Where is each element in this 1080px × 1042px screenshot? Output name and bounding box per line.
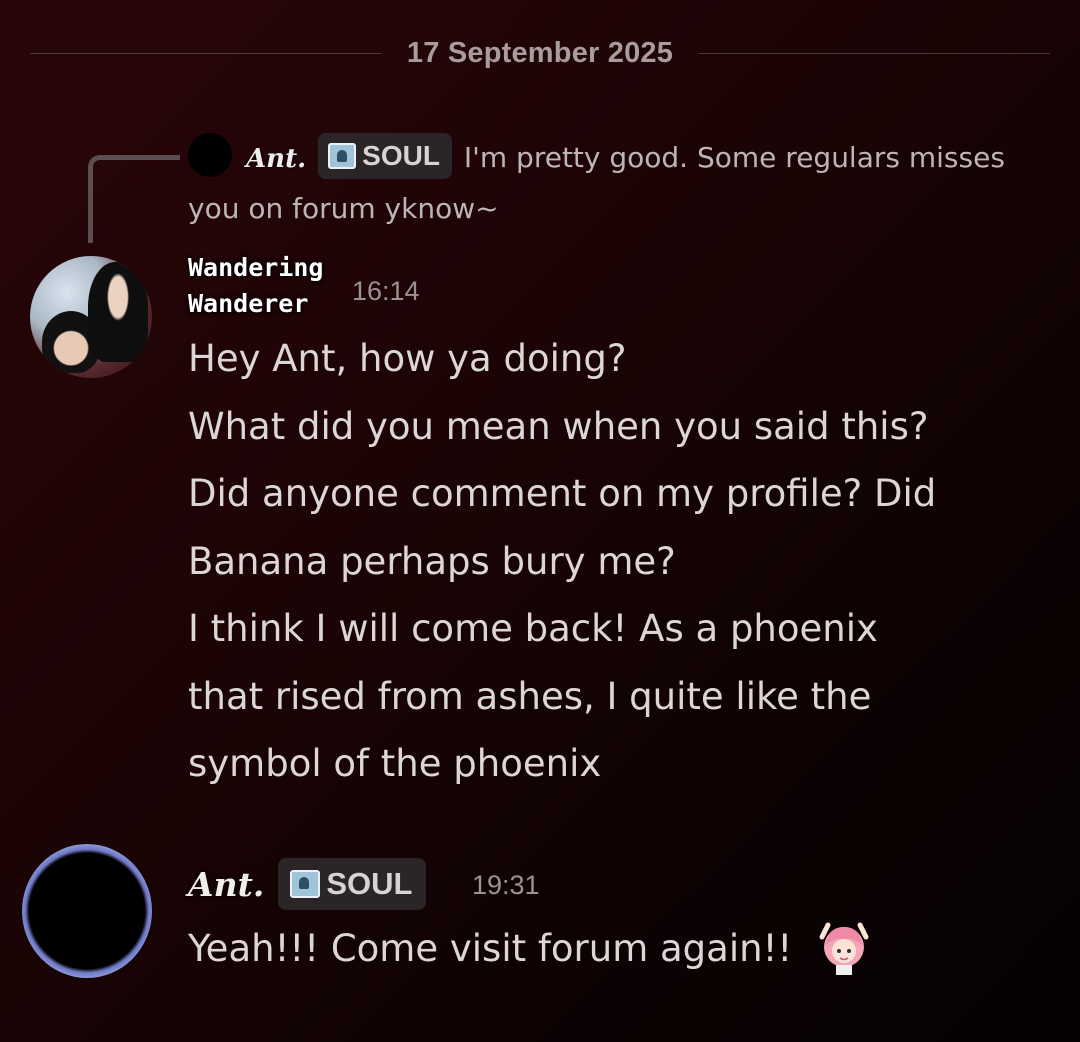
- ant-username[interactable]: Ant.: [188, 865, 264, 904]
- reply-author-name[interactable]: Ant.: [246, 144, 306, 174]
- message-line: I think I will come back! As a phoenix: [188, 607, 878, 650]
- date-label: 17 September 2025: [406, 36, 674, 69]
- wanderer-avatar[interactable]: [30, 256, 152, 378]
- divider-line-right: [699, 52, 1051, 54]
- message-line: symbol of the phoenix: [188, 742, 602, 785]
- wanderer-username[interactable]: Wandering Wanderer: [188, 250, 338, 322]
- username-line-2: Wanderer: [188, 289, 309, 318]
- message-line: Banana perhaps bury me?: [188, 539, 676, 583]
- message-line: Did anyone comment on my profile? Did: [188, 472, 937, 515]
- ant-message-text: Yeah!!! Come visit forum again!!: [188, 927, 793, 970]
- reply-connector: [88, 155, 180, 243]
- divider-line-left: [30, 52, 381, 54]
- tag-badge-icon: [328, 143, 357, 169]
- avatar-figure-tall: [88, 262, 148, 362]
- message-line: What did you mean when you said this?: [188, 404, 929, 448]
- reply-author-avatar[interactable]: [188, 133, 232, 177]
- pink-hair-anime-girl-emoji-icon[interactable]: [814, 915, 874, 975]
- ant-tag[interactable]: SOUL: [278, 858, 427, 910]
- reply-author-tag[interactable]: SOUL: [318, 133, 452, 179]
- ant-avatar[interactable]: [22, 844, 152, 978]
- message-line: Hey Ant, how ya doing?: [188, 337, 627, 380]
- wanderer-message[interactable]: Hey Ant, how ya doing? What did you mean…: [188, 325, 1048, 798]
- tag-badge-icon: [290, 870, 321, 898]
- reply-preview[interactable]: Ant. SOUL I'm pretty good. Some regulars m…: [188, 133, 1028, 234]
- ant-tag-label: SOUL: [326, 866, 413, 901]
- message-timestamp: 16:14: [352, 276, 420, 306]
- message-timestamp: 19:31: [472, 870, 540, 900]
- reply-text: I'm pretty good. Some regulars misses yo…: [188, 141, 1005, 225]
- message-line: that rised from ashes, I quite like the: [188, 674, 872, 718]
- date-divider: 17 September 2025: [30, 30, 1051, 76]
- username-line-1: Wandering: [188, 253, 324, 282]
- ant-message-header: Ant. SOUL: [188, 858, 427, 910]
- ant-message[interactable]: Yeah!!! Come visit forum again!!: [188, 918, 874, 981]
- reply-tag-label: SOUL: [362, 140, 440, 171]
